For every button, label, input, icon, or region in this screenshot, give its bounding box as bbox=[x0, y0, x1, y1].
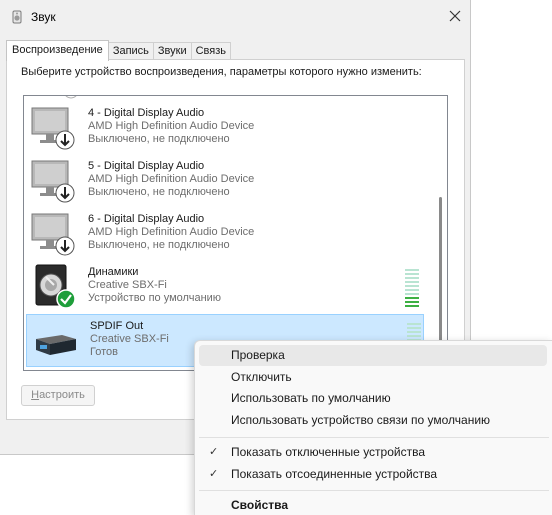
monitor-icon bbox=[31, 213, 75, 256]
device-item[interactable]: Динамики Creative SBX-Fi Устройство по у… bbox=[25, 261, 424, 314]
context-menu: Проверка Отключить Использовать по умолч… bbox=[194, 340, 552, 515]
page: Звук Воспроизведение Запись Звуки Связь … bbox=[0, 0, 552, 515]
device-item[interactable]: 6 - Digital Display Audio AMD High Defin… bbox=[25, 208, 424, 261]
window-title: Звук bbox=[31, 10, 56, 24]
device-driver: AMD High Definition Audio Device bbox=[88, 173, 255, 185]
configure-label: астроить bbox=[39, 389, 85, 401]
device-driver: Creative SBX-Fi bbox=[90, 333, 169, 345]
device-status: Выключено, не подключено bbox=[88, 186, 230, 198]
title-bar: Звук bbox=[0, 0, 471, 34]
download-arrow-badge bbox=[55, 236, 75, 256]
menu-item-set-default-comm[interactable]: Использовать устройство связи по умолчан… bbox=[199, 410, 547, 431]
menu-item-disable[interactable]: Отключить bbox=[199, 367, 547, 388]
device-status: Готов bbox=[90, 346, 118, 358]
menu-item-set-default[interactable]: Использовать по умолчанию bbox=[199, 388, 547, 409]
monitor-icon bbox=[31, 107, 75, 150]
device-driver: AMD High Definition Audio Device bbox=[88, 226, 255, 238]
tab-strip: Воспроизведение Запись Звуки Связь bbox=[6, 40, 232, 61]
device-name: 6 - Digital Display Audio bbox=[88, 213, 205, 225]
device-list[interactable]: 4 - Digital Display Audio AMD High Defin… bbox=[23, 95, 448, 371]
device-name: SPDIF Out bbox=[90, 320, 144, 332]
device-item[interactable]: 4 - Digital Display Audio AMD High Defin… bbox=[25, 102, 424, 155]
menu-item-show-disconnected[interactable]: ✓ Показать отсоединенные устройства bbox=[199, 464, 547, 485]
menu-separator bbox=[199, 490, 549, 491]
close-button[interactable] bbox=[440, 2, 470, 30]
configure-button[interactable]: Настроить bbox=[21, 385, 95, 406]
menu-item-properties[interactable]: Свойства bbox=[199, 495, 547, 515]
device-name: 4 - Digital Display Audio bbox=[88, 107, 205, 119]
speaker-icon bbox=[35, 264, 76, 309]
checkmark-icon: ✓ bbox=[209, 446, 219, 458]
close-icon bbox=[449, 10, 461, 22]
instruction-text: Выберите устройство воспроизведения, пар… bbox=[21, 66, 422, 78]
spdif-device-icon bbox=[36, 335, 76, 355]
checkmark-icon: ✓ bbox=[209, 468, 219, 480]
device-name: Динамики bbox=[88, 266, 139, 278]
volume-meter bbox=[405, 269, 419, 309]
device-driver: AMD High Definition Audio Device bbox=[88, 120, 255, 132]
device-item[interactable]: 5 - Digital Display Audio AMD High Defin… bbox=[25, 155, 424, 208]
monitor-icon bbox=[31, 160, 75, 203]
tab-playback[interactable]: Воспроизведение bbox=[6, 40, 109, 61]
menu-item-show-disabled[interactable]: ✓ Показать отключенные устройства bbox=[199, 442, 547, 463]
device-status: Выключено, не подключено bbox=[88, 133, 230, 145]
device-status: Выключено, не подключено bbox=[88, 239, 230, 251]
download-arrow-badge bbox=[55, 183, 75, 203]
download-arrow-badge bbox=[55, 130, 75, 150]
device-name: 5 - Digital Display Audio bbox=[88, 160, 205, 172]
speaker-app-icon bbox=[12, 10, 22, 24]
configure-hotkey: Н bbox=[31, 389, 40, 401]
device-driver: Creative SBX-Fi bbox=[88, 279, 167, 291]
default-check-badge bbox=[56, 289, 76, 309]
scrollbar-thumb[interactable] bbox=[439, 197, 442, 347]
device-status: Устройство по умолчанию bbox=[88, 292, 222, 304]
list-scrollbar[interactable] bbox=[436, 97, 446, 369]
menu-separator bbox=[199, 437, 549, 438]
partial-device-icon bbox=[65, 96, 77, 99]
menu-item-test[interactable]: Проверка bbox=[199, 345, 547, 366]
